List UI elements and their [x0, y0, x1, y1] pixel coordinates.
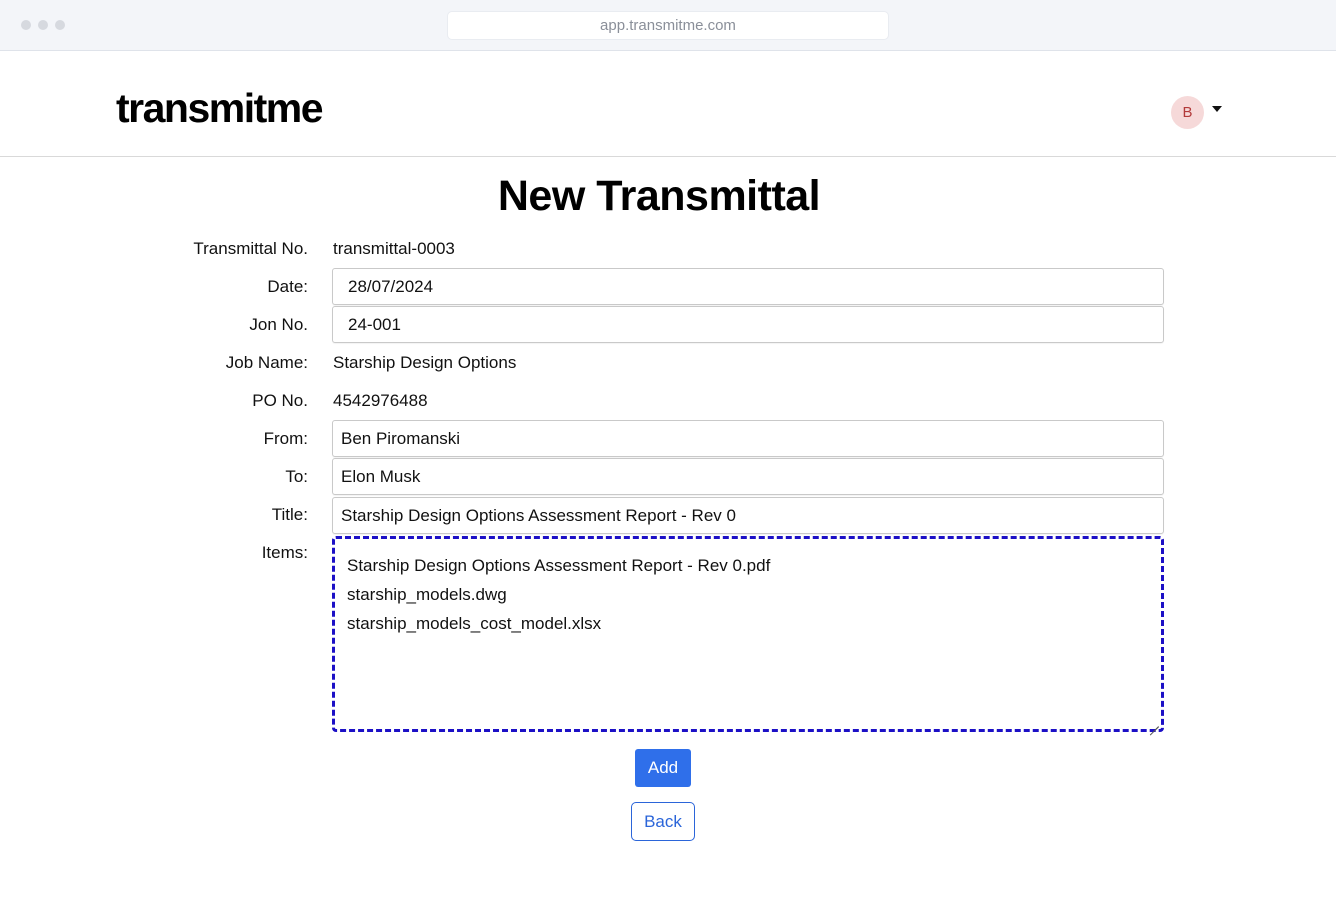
logo[interactable]: transmitme	[116, 86, 324, 130]
item-line: starship_models.dwg	[347, 585, 507, 604]
po-no-label: PO No.	[252, 391, 308, 410]
title-label: Title:	[271, 505, 308, 524]
add-button[interactable]: Add	[635, 749, 691, 787]
browser-chrome: app.transmitme.com	[0, 0, 1336, 51]
to-label: To:	[285, 467, 308, 486]
avatar[interactable]: B	[1171, 96, 1204, 129]
po-no-value: 4542976488	[333, 391, 428, 410]
transmittal-no-value: transmittal-0003	[333, 239, 455, 258]
items-label: Items:	[261, 543, 308, 562]
item-line: starship_models_cost_model.xlsx	[347, 614, 602, 633]
window-maximize-dot[interactable]	[55, 20, 65, 30]
date-field[interactable]	[332, 268, 1164, 305]
from-field[interactable]	[332, 420, 1164, 457]
window-minimize-dot[interactable]	[38, 20, 48, 30]
to-field[interactable]	[332, 458, 1164, 495]
job-no-label: Jon No.	[249, 315, 308, 334]
date-label: Date:	[267, 277, 308, 296]
item-line: Starship Design Options Assessment Repor…	[347, 556, 771, 575]
page-title: New Transmittal	[497, 172, 821, 220]
transmittal-no-label: Transmittal No.	[193, 239, 308, 258]
resize-handle-icon[interactable]	[1149, 717, 1159, 727]
job-name-label: Job Name:	[225, 353, 308, 372]
app-header: transmitme B	[0, 51, 1336, 157]
title-field[interactable]	[332, 497, 1164, 534]
from-label: From:	[263, 429, 308, 448]
address-bar[interactable]: app.transmitme.com	[447, 11, 889, 40]
window-close-dot[interactable]	[21, 20, 31, 30]
job-name-value: Starship Design Options	[333, 353, 517, 372]
items-textarea[interactable]: Starship Design Options Assessment Repor…	[332, 536, 1164, 732]
chevron-down-icon[interactable]	[1212, 106, 1222, 112]
job-no-field[interactable]	[332, 306, 1164, 343]
back-button[interactable]: Back	[631, 802, 695, 841]
